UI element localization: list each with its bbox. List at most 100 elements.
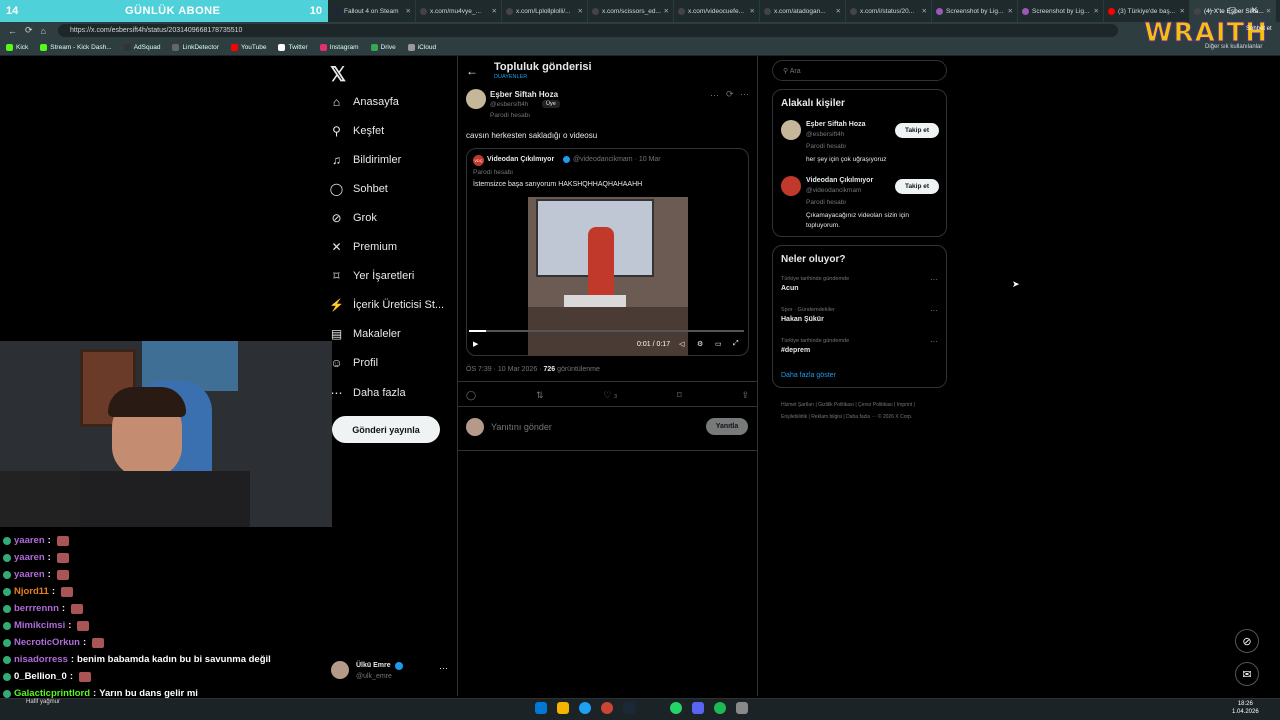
- browser-tab[interactable]: x.com/Lplollplolli/... ✕: [502, 0, 588, 22]
- video-progress-track[interactable]: [469, 330, 744, 332]
- obs-icon[interactable]: [736, 702, 748, 714]
- bookmark-item[interactable]: Instagram: [319, 43, 359, 51]
- settings-icon[interactable]: ⚙: [697, 340, 703, 348]
- post-timestamp[interactable]: ÖS 7:39 · 10 Mar 2026 ·: [466, 366, 543, 373]
- back-icon[interactable]: ←: [8, 26, 17, 36]
- chat-username[interactable]: yaaren: [14, 552, 45, 563]
- reply-button[interactable]: Yanıtla: [706, 418, 748, 435]
- person-handle[interactable]: @esbersift4h: [806, 131, 844, 138]
- account-switcher[interactable]: Ülkü Emre @ulk_emre ⋯: [331, 661, 451, 683]
- post-author-avatar[interactable]: [466, 89, 486, 109]
- home-icon[interactable]: ⌂: [41, 26, 46, 36]
- chrome-icon[interactable]: [601, 702, 613, 714]
- chat-username[interactable]: yaaren: [14, 569, 45, 580]
- chat-link[interactable]: Sohbet et: [1246, 26, 1272, 32]
- tab-close-icon[interactable]: ✕: [576, 7, 583, 15]
- tab-close-icon[interactable]: ✕: [748, 7, 755, 15]
- bookmark-item[interactable]: Twitter: [278, 43, 308, 51]
- bookmark-item[interactable]: Stream - Kick Dash...: [40, 43, 112, 51]
- start-icon[interactable]: [535, 702, 547, 714]
- browser-tab[interactable]: x.com/atadogan... ✕: [760, 0, 846, 22]
- sidebar-item[interactable]: ⌂ Anasayfa: [330, 95, 399, 109]
- sidebar-item[interactable]: ◯ Sohbet: [330, 182, 388, 196]
- tab-close-icon[interactable]: ✕: [662, 7, 669, 15]
- new-tab-icon[interactable]: +: [1276, 0, 1280, 22]
- explorer-icon[interactable]: [557, 702, 569, 714]
- sidebar-item[interactable]: ⋯ Daha fazla: [330, 386, 406, 400]
- x-logo-icon[interactable]: 𝕏: [330, 62, 346, 87]
- post-author-name[interactable]: Eşber Siftah Hoza: [490, 90, 558, 99]
- footer-links[interactable]: Hizmet Şartları | Gizlilik Politikası | …: [781, 399, 941, 423]
- video-player[interactable]: [528, 197, 688, 356]
- trend-more-icon[interactable]: ⋯: [930, 337, 938, 346]
- sidebar-item[interactable]: ⚡ İçerik Üreticisi St...: [329, 298, 444, 312]
- sidebar-item[interactable]: ⊘ Grok: [330, 211, 376, 225]
- bookmark-item[interactable]: Kick: [6, 43, 28, 51]
- back-arrow-icon[interactable]: ←: [466, 64, 478, 78]
- reply-input[interactable]: Yanıtını gönder: [491, 422, 552, 432]
- bookmark-item[interactable]: AdSquad: [123, 43, 160, 51]
- sidebar-item[interactable]: ♫ Bildirimler: [330, 153, 401, 167]
- chat-username[interactable]: Mimikcimsi: [14, 620, 65, 631]
- bookmark-item[interactable]: YouTube: [230, 43, 266, 51]
- play-icon[interactable]: ▶: [473, 340, 478, 348]
- tab-close-icon[interactable]: ✕: [1006, 7, 1013, 15]
- person-name[interactable]: Videodan Çıkılmıyor: [806, 177, 873, 184]
- more-icon[interactable]: ⋯: [439, 663, 448, 674]
- steam-icon[interactable]: [623, 702, 635, 714]
- tab-close-icon[interactable]: ✕: [1092, 7, 1099, 15]
- spotify-icon[interactable]: [714, 702, 726, 714]
- whatsapp-icon[interactable]: [670, 702, 682, 714]
- trend-more-icon[interactable]: ⋯: [930, 306, 938, 315]
- browser-tab[interactable]: x.com/i/status/20... ✕: [846, 0, 932, 22]
- like-button[interactable]: ♡ 3: [603, 390, 617, 401]
- post-author-handle[interactable]: @esbersift4h: [490, 101, 528, 108]
- browser-tab[interactable]: Screenshot by Lig... ✕: [1018, 0, 1104, 22]
- weather-widget[interactable]: Hafif yağmur: [26, 699, 60, 705]
- browser-tab[interactable]: x.com/scissors_ed... ✕: [588, 0, 674, 22]
- sidebar-item[interactable]: ⚲ Keşfet: [330, 124, 384, 138]
- follow-button[interactable]: Takip et: [895, 123, 939, 138]
- post-more-icon[interactable]: ⋯: [740, 89, 749, 100]
- person-handle[interactable]: @videodancikmam: [806, 187, 861, 194]
- search-input[interactable]: ⚲ Ara: [772, 60, 947, 81]
- chat-username[interactable]: yaaren: [14, 535, 45, 546]
- tab-close-icon[interactable]: ✕: [834, 7, 841, 15]
- tab-close-icon[interactable]: ✕: [920, 7, 927, 15]
- volume-icon[interactable]: ◁: [679, 340, 684, 348]
- window-controls[interactable]: –▢✕: [1209, 5, 1272, 16]
- fullscreen-icon[interactable]: ⤢: [733, 340, 739, 348]
- tab-close-icon[interactable]: ✕: [490, 7, 497, 15]
- repost-icon[interactable]: ⇅: [536, 390, 544, 401]
- messages-fab-icon[interactable]: ✉: [1235, 662, 1259, 686]
- post-button[interactable]: Gönderi yayınla: [332, 416, 440, 443]
- sidebar-item[interactable]: ⌑ Yer İşaretleri: [330, 269, 414, 283]
- trend-name[interactable]: Acun: [781, 285, 799, 292]
- browser-tab[interactable]: Fallout 4 on Steam ✕: [330, 0, 416, 22]
- browser-tab[interactable]: x.com/mu4vye_... ✕: [416, 0, 502, 22]
- sidebar-item[interactable]: ▤ Makaleler: [330, 327, 401, 341]
- trend-name[interactable]: Hakan Şükür: [781, 316, 824, 323]
- person-avatar[interactable]: [781, 120, 801, 140]
- grok-icon[interactable]: ⋯: [710, 90, 719, 101]
- url-field[interactable]: https://x.com/esbersift4h/status/2031409…: [58, 24, 1118, 37]
- chat-username[interactable]: NecroticOrkun: [14, 637, 80, 648]
- browser-tab[interactable]: Screenshot by Lig... ✕: [932, 0, 1018, 22]
- refresh-icon[interactable]: ⟳: [25, 25, 33, 36]
- pip-icon[interactable]: ▭: [715, 340, 722, 348]
- follow-button[interactable]: Takip et: [895, 179, 939, 194]
- refresh-post-icon[interactable]: ⟳: [726, 89, 734, 100]
- person-avatar[interactable]: [781, 176, 801, 196]
- share-icon[interactable]: ⇪: [741, 390, 749, 401]
- trend-name[interactable]: #deprem: [781, 347, 810, 354]
- trend-more-icon[interactable]: ⋯: [930, 275, 938, 284]
- edge-icon[interactable]: [579, 702, 591, 714]
- show-more-link[interactable]: Daha fazla göster: [781, 372, 836, 379]
- system-clock[interactable]: 18:26 1.04.2026: [1232, 700, 1259, 716]
- chat-username[interactable]: Njord11: [14, 586, 49, 597]
- community-name[interactable]: DUAYENLER: [494, 74, 527, 80]
- chat-username[interactable]: nisadorress: [14, 654, 68, 665]
- grok-fab-icon[interactable]: ⊘: [1235, 629, 1259, 653]
- chat-username[interactable]: berrrennn: [14, 603, 59, 614]
- bookmark-item[interactable]: Drive: [370, 43, 396, 51]
